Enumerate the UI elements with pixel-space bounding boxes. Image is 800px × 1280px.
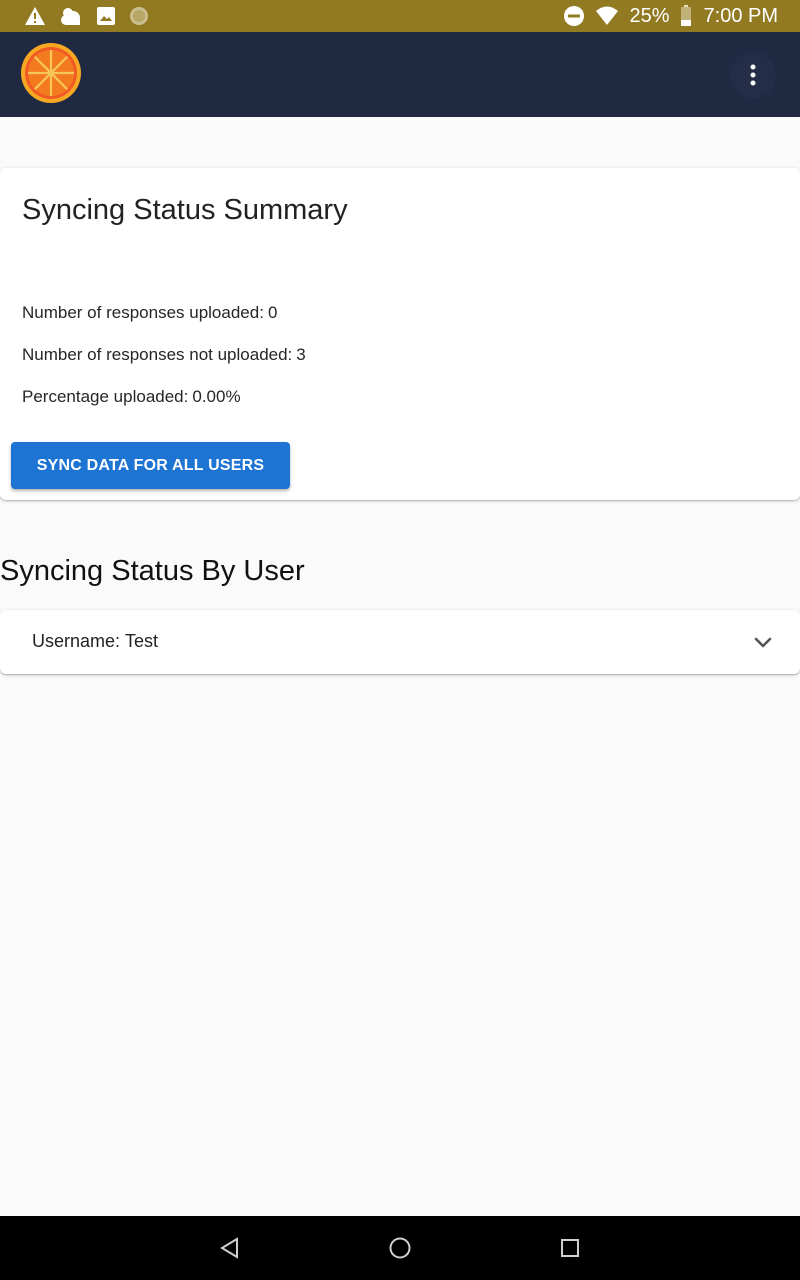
percentage-value: 0.00% <box>192 387 241 406</box>
recents-icon[interactable] <box>556 1234 584 1262</box>
summary-title: Syncing Status Summary <box>22 194 348 226</box>
uploaded-value: 0 <box>267 303 278 322</box>
user-expansion-panel[interactable]: Username: Test <box>0 610 800 674</box>
not-uploaded-count: Number of responses not uploaded: 3 <box>22 345 306 365</box>
circle-icon <box>129 6 149 26</box>
by-user-title: Syncing Status By User <box>0 555 305 587</box>
percentage-uploaded: Percentage uploaded: 0.00% <box>22 387 241 407</box>
app-bar <box>0 32 800 117</box>
wifi-icon <box>595 6 619 26</box>
status-bar: 25% 7:00 PM <box>0 0 800 32</box>
username-label: Username: <box>32 631 121 651</box>
orange-slice-logo <box>20 42 82 104</box>
percentage-label: Percentage uploaded: <box>22 387 189 406</box>
uploaded-label: Number of responses uploaded: <box>22 303 264 322</box>
uploaded-count: Number of responses uploaded: 0 <box>22 303 277 323</box>
username-value: Test <box>125 631 159 651</box>
alert-icon <box>24 6 46 26</box>
not-uploaded-label: Number of responses not uploaded: <box>22 345 293 364</box>
sync-all-users-button[interactable]: SYNC DATA FOR ALL USERS <box>11 442 290 489</box>
status-indicators: 25% 7:00 PM <box>553 5 778 28</box>
status-notifications <box>24 5 162 27</box>
battery-percentage: 25% <box>629 4 670 27</box>
more-vert-icon[interactable] <box>730 52 776 98</box>
username-text: Username: Test <box>32 631 158 652</box>
do-not-disturb-icon <box>563 5 585 27</box>
navigation-bar <box>0 1216 800 1280</box>
image-icon <box>96 6 116 26</box>
clock: 7:00 PM <box>703 4 778 27</box>
not-uploaded-value: 3 <box>296 345 306 364</box>
home-icon[interactable] <box>386 1234 414 1262</box>
back-icon[interactable] <box>216 1234 244 1262</box>
battery-icon <box>680 5 692 27</box>
weather-icon <box>59 5 83 27</box>
chevron-down-icon[interactable] <box>752 636 774 650</box>
